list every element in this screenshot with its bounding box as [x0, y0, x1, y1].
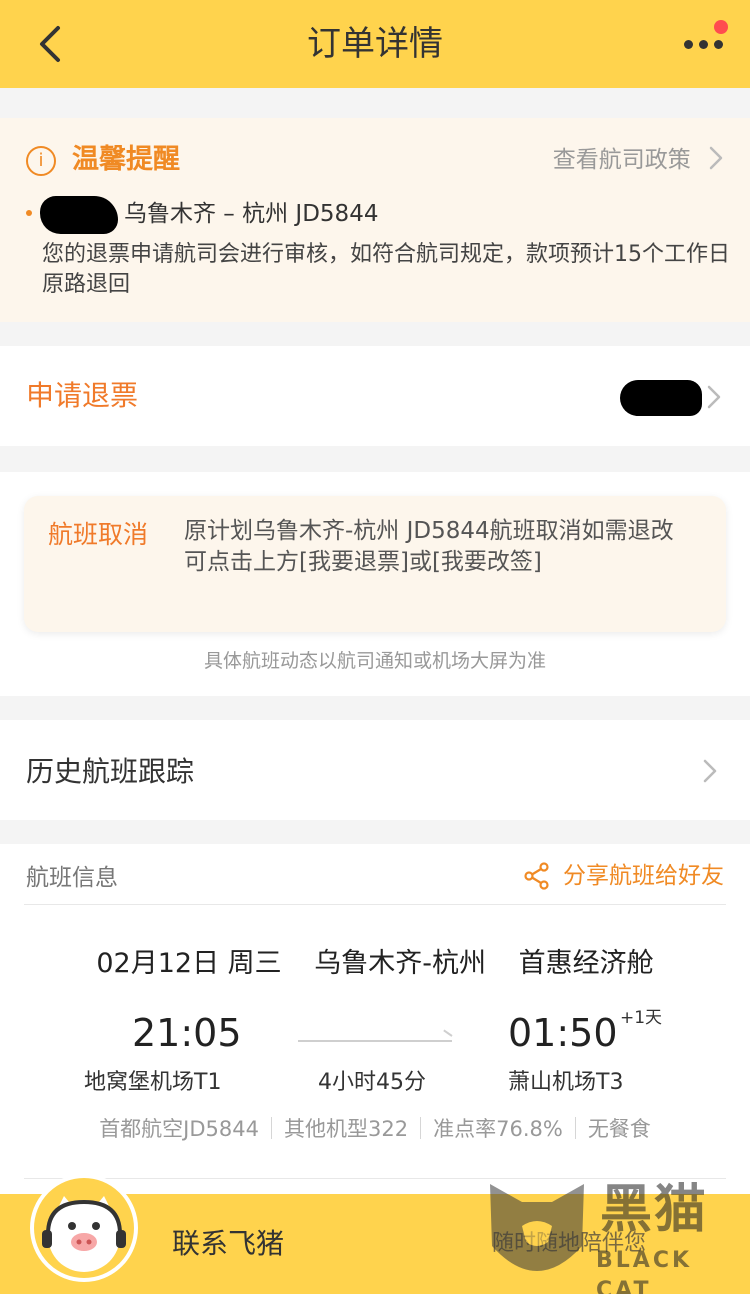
- redacted-status: [620, 380, 702, 416]
- flight-date: 02月12日 周三: [96, 948, 282, 979]
- plus-day-badge: +1天: [620, 1008, 663, 1028]
- status-note: 具体航班动态以航司通知或机场大屏为准: [203, 650, 546, 672]
- refund-label: 申请退票: [26, 379, 139, 412]
- cancel-tag: 航班取消: [48, 520, 149, 549]
- separator: [271, 1117, 272, 1139]
- info-icon: i: [26, 146, 56, 176]
- depart-time: 21:05: [132, 1011, 242, 1055]
- flight-cabin: 首惠经济舱: [518, 948, 654, 979]
- arrive-time: 01:50: [508, 1011, 618, 1055]
- contact-fliggy-label: 联系飞猪: [172, 1227, 285, 1260]
- flight-status-section: 航班取消 原计划乌鲁木齐-杭州 JD5844航班取消如需退改可点击上方[我要退票…: [0, 472, 750, 696]
- flight-route: 乌鲁木齐-杭州: [314, 948, 487, 979]
- punctuality-rate: 准点率76.8%: [433, 1117, 563, 1141]
- meal-info: 无餐食: [587, 1117, 651, 1141]
- reminder-card: i 温馨提醒 查看航司政策 乌鲁木齐 – 杭州 JD5844 您的退票申请航司会…: [0, 118, 750, 322]
- cancel-notice-card: 航班取消 原计划乌鲁木齐-杭州 JD5844航班取消如需退改可点击上方[我要退票…: [24, 496, 726, 632]
- more-dots-icon: [684, 40, 693, 49]
- more-dot: [699, 40, 708, 49]
- airline-policy-label: 查看航司政策: [552, 147, 691, 173]
- flight-duration: 4小时45分: [318, 1070, 426, 1095]
- history-tracking-row[interactable]: 历史航班跟踪: [0, 720, 750, 820]
- cat-logo-icon: [490, 1184, 584, 1271]
- flight-meta: 首都航空JD5844 其他机型322 准点率76.8% 无餐食: [0, 1112, 750, 1146]
- pig-mascot-icon: [30, 1174, 138, 1282]
- arrive-airport: 萧山机场T3: [508, 1070, 624, 1095]
- flight-info-title: 航班信息: [26, 865, 118, 891]
- watermark: 黑猫 BLACK CAT: [482, 1176, 750, 1294]
- divider: [24, 904, 726, 905]
- redacted-name: [40, 196, 118, 234]
- depart-airport: 地窝堡机场T1: [84, 1070, 222, 1095]
- aircraft-type: 其他机型322: [284, 1117, 409, 1141]
- contact-bar[interactable]: 联系飞猪 随时随地陪伴您 黑猫 BLACK CAT: [0, 1174, 750, 1294]
- separator: [420, 1117, 422, 1139]
- watermark-brand-en: BLACK CAT: [596, 1248, 693, 1294]
- bullet-dot: [26, 210, 32, 216]
- flight-arrow: [298, 1040, 452, 1042]
- reminder-title: 温馨提醒: [72, 144, 180, 175]
- flight-summary: 02月12日 周三 乌鲁木齐-杭州 首惠经济舱: [0, 944, 750, 984]
- airline-number: 首都航空JD5844: [99, 1117, 259, 1141]
- airline-policy-link[interactable]: 查看航司政策: [553, 142, 724, 178]
- page-title: 订单详情: [307, 24, 443, 64]
- separator: [574, 1117, 576, 1139]
- history-label: 历史航班跟踪: [26, 755, 195, 788]
- more-dot: [714, 40, 723, 49]
- reminder-body: 您的退票申请航司会进行审核，如符合航司规定，款项预计15个工作日原路退回: [42, 242, 730, 297]
- share-icon: [524, 862, 549, 890]
- nav-bar: 订单详情: [0, 0, 750, 88]
- cancel-text: 原计划乌鲁木齐-杭州 JD5844航班取消如需退改可点击上方[我要退票]或[我要…: [184, 518, 674, 575]
- reminder-route: 乌鲁木齐 – 杭州 JD5844: [124, 201, 379, 227]
- watermark-brand: 黑猫: [600, 1180, 709, 1240]
- chevron-right-icon: [707, 385, 721, 409]
- share-flight-button[interactable]: 分享航班给好友: [524, 856, 724, 896]
- chevron-right-icon: [709, 146, 723, 170]
- notification-dot: [714, 20, 728, 34]
- chevron-right-icon: [703, 759, 717, 783]
- more-button[interactable]: [676, 20, 734, 68]
- share-label: 分享航班给好友: [563, 863, 724, 889]
- refund-row[interactable]: 申请退票: [0, 346, 750, 446]
